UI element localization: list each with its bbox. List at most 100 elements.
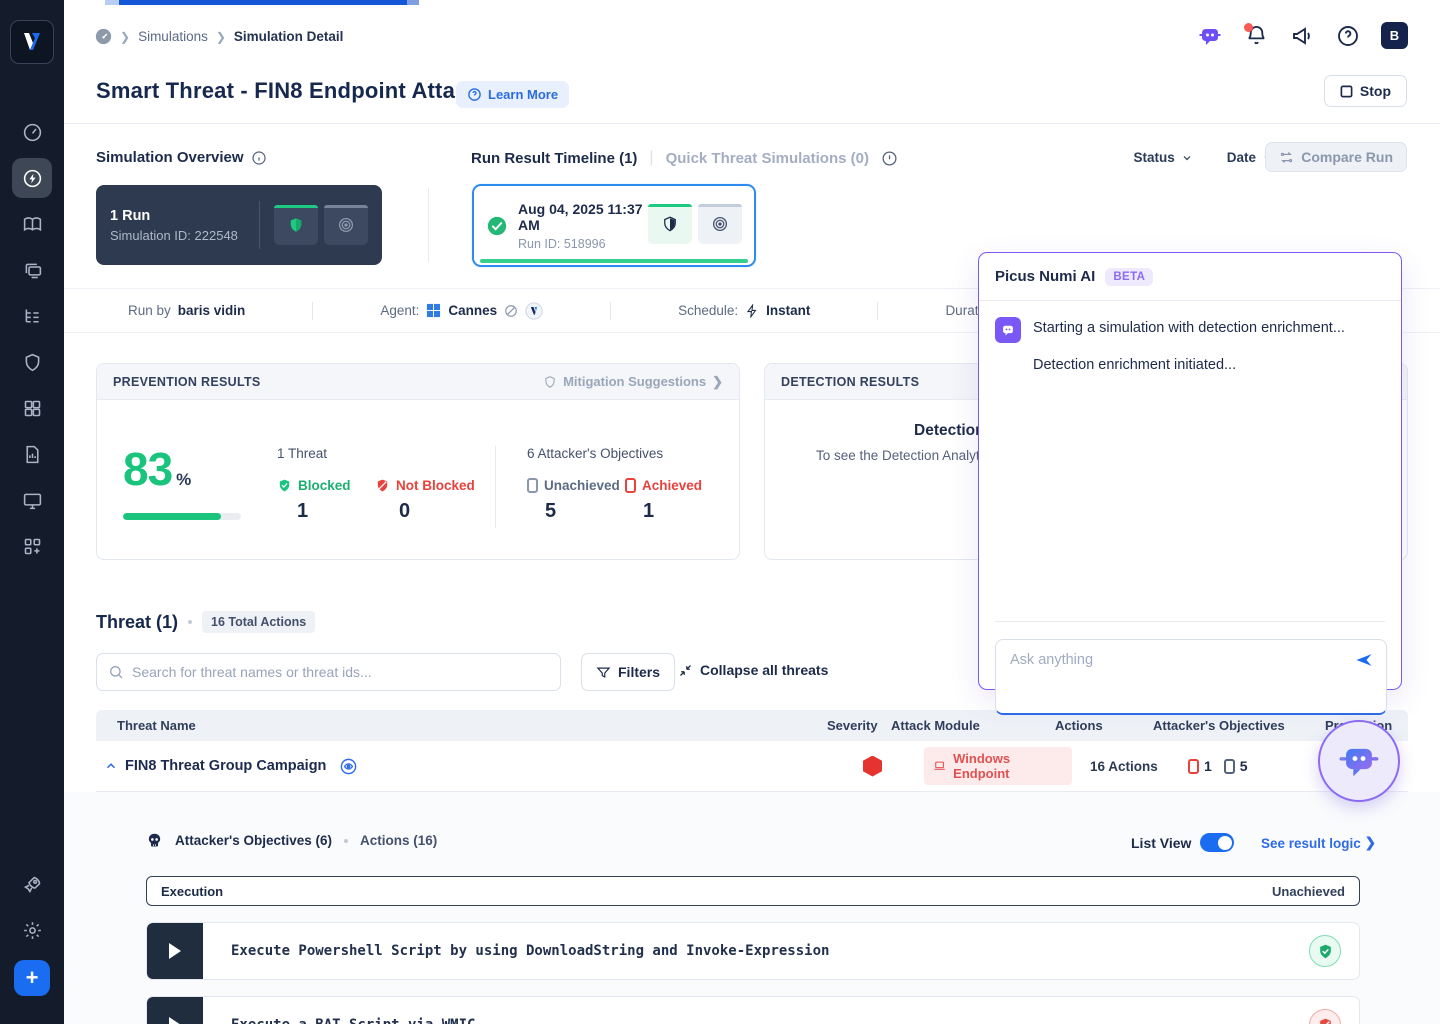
sidebar-item-agents[interactable] [12,250,52,290]
sidebar-item-reports-tree[interactable] [12,296,52,336]
prevention-score: 83 [123,442,172,496]
search-input[interactable] [132,664,549,680]
mitigation-suggestions-link[interactable]: Mitigation Suggestions ❯ [543,374,723,390]
filters-button[interactable]: Filters [581,653,675,691]
breadcrumb-home-icon[interactable] [95,28,112,45]
play-button[interactable] [147,923,203,979]
prevention-score-bar [123,513,241,520]
collapse-icon [678,663,693,678]
simulation-id: Simulation ID: 222548 [110,228,241,243]
status-filter-dropdown[interactable]: Status [1133,150,1192,165]
threat-name[interactable]: FIN8 Threat Group Campaign [125,758,326,774]
threat-details-area [64,792,1440,1024]
chevron-right-icon: ❯ [120,30,130,44]
learn-more-label: Learn More [488,87,558,102]
avatar[interactable]: B [1381,22,1408,49]
numi-ask-input[interactable] [996,640,1386,713]
sidebar-item-mitigation[interactable] [12,342,52,382]
threat-row[interactable]: FIN8 Threat Group Campaign Windows Endpo… [96,741,1408,792]
shield-icon [287,216,305,234]
objectives-summary: 6 Attacker's Objectives [527,446,663,461]
shield-check-icon [1317,943,1334,960]
action-row[interactable]: Execute Powershell Script by using Downl… [146,922,1360,980]
sidebar-item-simulations[interactable] [12,158,52,198]
sidebar-item-library[interactable] [12,204,52,244]
threat-summary: 1 Threat [277,446,327,461]
action-row[interactable]: Execute a BAT Script via WMIC [146,996,1360,1024]
shield-icon [661,215,679,233]
sidebar-item-reports[interactable] [12,434,52,474]
actions-tab[interactable]: Actions (16) [360,833,437,848]
list-view-toggle[interactable] [1200,833,1234,852]
blocked-result-badge[interactable] [1309,935,1341,967]
agent-value[interactable]: Cannes [448,303,497,318]
objective-flag-icon [527,478,538,493]
help-circle-icon [1336,24,1360,48]
threat-search[interactable] [96,653,561,691]
numi-ai-button[interactable] [1197,23,1223,49]
dot-separator [188,620,192,624]
unachieved-flag-count: 5 [1224,758,1248,774]
help-button[interactable] [1335,23,1361,49]
sidebar-item-settings[interactable] [12,910,52,950]
notifications-button[interactable] [1243,23,1269,49]
chevron-right-icon: ❯ [1365,835,1376,851]
prevention-shield-tile[interactable] [274,205,318,245]
detection-target-tile[interactable] [698,204,742,244]
send-button[interactable] [1354,650,1374,675]
sidebar-item-addons[interactable] [12,526,52,566]
run-result-timeline-tab[interactable]: Run Result Timeline (1) [471,150,637,167]
blocked-label: Blocked [298,478,351,493]
sidebar-item-endpoint[interactable] [12,480,52,520]
run-date: Aug 04, 2025 11:37 AM [518,201,648,233]
gear-icon [22,920,43,941]
page-loading-bar [105,0,419,5]
sidebar-item-dashboard[interactable] [12,112,52,152]
prevention-results-panel: PREVENTION RESULTS Mitigation Suggestion… [96,363,740,560]
picus-logo[interactable] [10,20,54,64]
chevron-up-icon[interactable] [104,759,118,773]
stop-button[interactable]: Stop [1324,75,1407,107]
lightning-circle-icon [22,168,43,189]
run-result-card[interactable]: Aug 04, 2025 11:37 AM Run ID: 518996 [472,184,756,267]
windows-icon [426,303,441,318]
divider [428,188,429,262]
simulation-overview-card[interactable]: 1 Run Simulation ID: 222548 [96,185,382,265]
see-result-logic-link[interactable]: See result logic ❯ [1261,835,1376,851]
eye-icon[interactable] [339,757,358,776]
learn-more-button[interactable]: Learn More [456,81,569,108]
info-icon[interactable] [251,150,267,166]
quick-threat-simulations-tab[interactable]: Quick Threat Simulations (0) [666,150,869,167]
rocket-icon [22,874,43,895]
achieved-flag-count: 1 [1188,758,1212,774]
prevention-shield-tile[interactable] [648,204,692,244]
execution-group-header[interactable]: Execution Unachieved [146,876,1360,906]
actions-count: 16 Actions [1090,759,1188,774]
divider [995,621,1385,622]
play-button[interactable] [147,997,203,1024]
compare-run-label: Compare Run [1301,149,1393,165]
achieved-count: 1 [1204,758,1212,774]
sidebar-add-button[interactable]: + [14,960,50,996]
date-filter-label: Date [1227,150,1256,165]
announcements-button[interactable] [1289,23,1315,49]
numi-message-text: Starting a simulation with detection enr… [1033,317,1345,336]
compare-run-button[interactable]: Compare Run [1265,142,1407,172]
schedule: Schedule: Instant [678,303,810,318]
unachieved-count: 5 [1240,758,1248,774]
objectives-tab[interactable]: Attacker's Objectives (6) [175,833,332,848]
collapse-all-threats-button[interactable]: Collapse all threats [678,662,828,678]
run-by: Run by baris vidin [128,303,245,318]
detection-body-text: To see the Detection Analytic [816,448,989,463]
sidebar-item-integrations[interactable] [12,388,52,428]
chevron-right-icon: ❯ [216,30,226,44]
not-blocked-result-badge[interactable] [1309,1009,1341,1024]
numi-ai-fab[interactable] [1318,720,1400,802]
sidebar-item-quickstart[interactable] [12,864,52,904]
chevron-right-icon: ❯ [712,374,723,390]
detection-target-tile[interactable] [324,205,368,245]
search-icon [108,664,124,680]
breadcrumb-simulations[interactable]: Simulations [138,29,208,44]
alert-circle-icon[interactable] [881,150,898,167]
blocked-stat: Blocked [277,478,351,493]
